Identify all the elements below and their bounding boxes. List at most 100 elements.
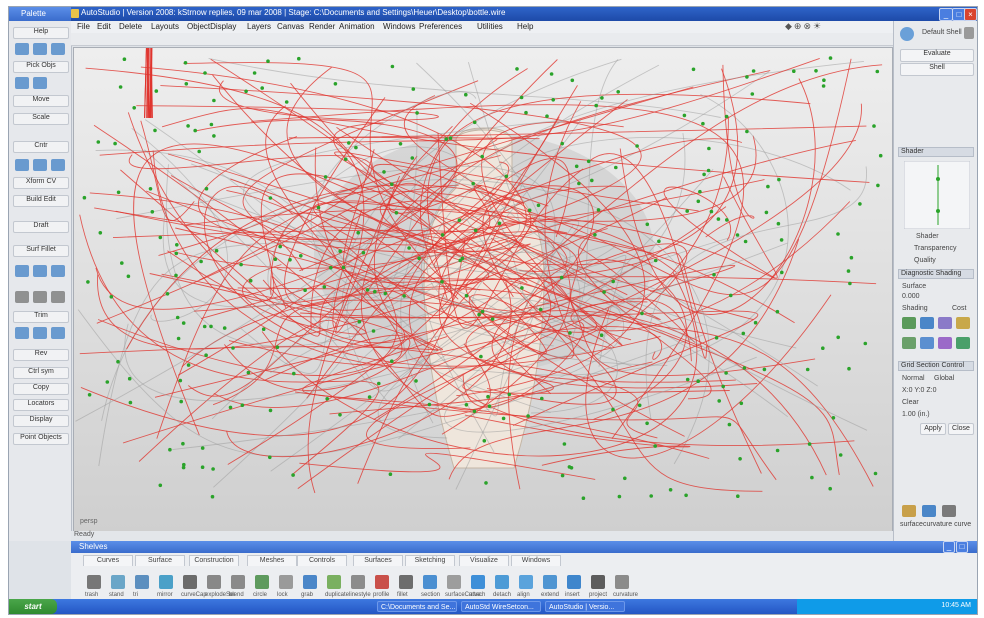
menu-layouts[interactable]: Layouts xyxy=(151,22,179,31)
shading-mode-2-icon[interactable] xyxy=(920,317,934,329)
cv-tool-icon[interactable] xyxy=(33,77,47,89)
shelf-tab-curves[interactable]: Curves xyxy=(83,555,133,566)
shading-mode-5-icon[interactable] xyxy=(902,337,916,349)
shelf-extend-icon[interactable] xyxy=(543,575,557,589)
shelf-tab-construction[interactable]: Construction xyxy=(189,555,239,566)
arc-tool-icon[interactable] xyxy=(33,159,47,171)
line-tool-icon[interactable] xyxy=(51,159,65,171)
shelf-maximize-button[interactable]: □ xyxy=(956,541,968,553)
shelf-tab-windows[interactable]: Windows xyxy=(511,555,561,566)
curve-eval-icon[interactable] xyxy=(942,505,956,517)
title-bar[interactable]: AutoStudio | Version 2008: kStrnow repli… xyxy=(9,7,977,21)
curvature-eval-icon[interactable] xyxy=(922,505,936,517)
diag-value[interactable]: 0.000 xyxy=(902,293,920,300)
intersect-tool-icon[interactable] xyxy=(51,327,65,339)
palette-button-point-objects[interactable]: Point Objects xyxy=(13,433,69,445)
menu-utilities[interactable]: Utilities xyxy=(477,22,503,31)
shelf-trash-icon[interactable] xyxy=(87,575,101,589)
circle-tool-icon[interactable] xyxy=(15,159,29,171)
palette-button-xform[interactable]: Xform CV xyxy=(13,177,69,189)
shading-mode-7-icon[interactable] xyxy=(938,337,952,349)
palette-button-ctrl-sym[interactable]: Ctrl sym xyxy=(13,367,69,379)
menu-render[interactable]: Render xyxy=(309,22,335,31)
shading-mode-1-icon[interactable] xyxy=(902,317,916,329)
shelf-tab-surfaces[interactable]: Surfaces xyxy=(353,555,403,566)
menu-canvas[interactable]: Canvas xyxy=(277,22,304,31)
shelf-mirror-icon[interactable] xyxy=(159,575,173,589)
shelf-project-icon[interactable] xyxy=(591,575,605,589)
surface-tool-icon[interactable] xyxy=(15,265,29,277)
shelf-section-icon[interactable] xyxy=(423,575,437,589)
shading-mode-6-icon[interactable] xyxy=(920,337,934,349)
palette-button-scale[interactable]: Scale xyxy=(13,113,69,125)
shelf-blend-icon[interactable] xyxy=(231,575,245,589)
shelf-insert-icon[interactable] xyxy=(567,575,581,589)
palette-button-surf-fillet[interactable]: Surf Fillet xyxy=(13,245,69,257)
grid-spacing[interactable]: 1.00 (in.) xyxy=(902,411,930,418)
palette-button-pick[interactable]: Pick Objs xyxy=(13,61,69,73)
menu-preferences[interactable]: Preferences xyxy=(419,22,462,31)
diagnostic-shading-header[interactable]: Diagnostic Shading xyxy=(898,269,974,279)
shelves-header[interactable]: Shelves _ □ xyxy=(71,541,977,553)
cylinder-tool-icon[interactable] xyxy=(33,291,47,303)
shelf-align-icon[interactable] xyxy=(519,575,533,589)
shelf-attach-icon[interactable] xyxy=(471,575,485,589)
shelf-fillet-icon[interactable] xyxy=(399,575,413,589)
menu-delete[interactable]: Delete xyxy=(119,22,142,31)
shelf-grab-icon[interactable] xyxy=(303,575,317,589)
menu-help[interactable]: Help xyxy=(517,22,533,31)
quality-label[interactable]: Quality xyxy=(914,257,936,264)
pick-tool-icon[interactable] xyxy=(15,43,29,55)
shelf-stand-icon[interactable] xyxy=(111,575,125,589)
menu-file[interactable]: File xyxy=(77,22,90,31)
palette-button-help[interactable]: Help xyxy=(13,27,69,39)
shelf-curvature-icon[interactable] xyxy=(615,575,629,589)
palette-button-cntr[interactable]: Cntr xyxy=(13,141,69,153)
grid-section-header[interactable]: Grid Section Control xyxy=(898,361,974,371)
move-tool-icon[interactable] xyxy=(33,43,47,55)
shelf-surfacecurve-icon[interactable] xyxy=(447,575,461,589)
shelf-detach-icon[interactable] xyxy=(495,575,509,589)
shelf-linestyle-icon[interactable] xyxy=(351,575,365,589)
surface-eval-icon[interactable] xyxy=(902,505,916,517)
palette-button-display[interactable]: Display xyxy=(13,415,69,427)
palette-button-trim[interactable]: Trim xyxy=(13,311,69,323)
grid-global-label[interactable]: Global xyxy=(934,375,954,382)
palette-header[interactable]: Palette xyxy=(9,7,71,21)
shelf-tab-meshes[interactable]: Meshes xyxy=(247,555,297,566)
scale-tool-icon[interactable] xyxy=(51,43,65,55)
grid-normal-label[interactable]: Normal xyxy=(902,375,925,382)
shelf-minimize-button[interactable]: _ xyxy=(943,541,955,553)
shader-curve-graph[interactable] xyxy=(904,161,970,229)
shading-mode-4-icon[interactable] xyxy=(956,317,970,329)
tab-evaluate[interactable]: Evaluate xyxy=(900,49,974,62)
taskbar-item-wiresetcon[interactable]: AutoStd WireSetcon... xyxy=(461,601,541,612)
palette-button-copy[interactable]: Copy xyxy=(13,383,69,395)
shelf-circle-icon[interactable] xyxy=(255,575,269,589)
shelf-tab-controls[interactable]: Controls xyxy=(297,555,347,566)
transparency-label[interactable]: Transparency xyxy=(914,245,957,252)
shelf-tab-visualize[interactable]: Visualize xyxy=(459,555,509,566)
close-button[interactable]: × xyxy=(964,8,977,21)
taskbar-item-explorer[interactable]: C:\Documents and Se... xyxy=(377,601,457,612)
menu-layers[interactable]: Layers xyxy=(247,22,271,31)
quick-tools-icons[interactable]: ◆⊕⊗☀ xyxy=(785,21,825,33)
apply-button[interactable]: Apply xyxy=(920,423,946,435)
sphere-tool-icon[interactable] xyxy=(15,291,29,303)
palette-button-locators[interactable]: Locators xyxy=(13,399,69,411)
trim-tool-icon[interactable] xyxy=(15,327,29,339)
shader-section-header[interactable]: Shader xyxy=(898,147,974,157)
trash-icon[interactable] xyxy=(964,27,974,39)
shading-mode-3-icon[interactable] xyxy=(938,317,952,329)
menu-objectdisplay[interactable]: ObjectDisplay xyxy=(187,22,236,31)
grid-clear-label[interactable]: Clear xyxy=(902,399,919,406)
tab-shell[interactable]: Shell xyxy=(900,63,974,76)
shelf-explodeser-icon[interactable] xyxy=(207,575,221,589)
menu-windows[interactable]: Windows xyxy=(383,22,415,31)
shelf-tab-surface[interactable]: Surface xyxy=(135,555,185,566)
shading-mode-8-icon[interactable] xyxy=(956,337,970,349)
shelf-lock-icon[interactable] xyxy=(279,575,293,589)
loft-tool-icon[interactable] xyxy=(33,265,47,277)
curve-tool-icon[interactable] xyxy=(15,77,29,89)
menu-edit[interactable]: Edit xyxy=(97,22,111,31)
